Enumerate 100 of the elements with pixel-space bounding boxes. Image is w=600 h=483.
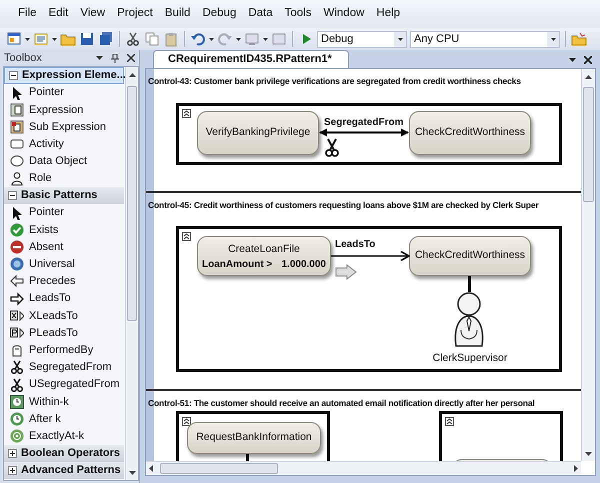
toolbox-item[interactable]: Role <box>4 170 124 188</box>
scissors-icon <box>10 378 24 392</box>
toolbox-item[interactable]: Within-k <box>4 393 124 410</box>
activity-node[interactable]: CheckCreditWorthiness <box>409 236 531 276</box>
clock-icon <box>10 394 24 409</box>
toolbox-item[interactable]: XLeadsTo <box>4 307 124 324</box>
document-icon <box>10 102 24 117</box>
toolbox-item[interactable]: LeadsTo <box>4 290 124 308</box>
pin-icon[interactable] <box>111 54 119 62</box>
window-icon[interactable] <box>33 31 49 47</box>
caret-icon[interactable] <box>550 38 556 40</box>
menu-item[interactable]: Debug <box>196 5 242 23</box>
control-heading: Control-43: Customer bank privilege verifications are segregated from credit worthiness checks <box>147 75 522 88</box>
toolbox-item[interactable]: Absent <box>4 238 124 256</box>
scissors-icon <box>325 138 339 157</box>
target-icon <box>10 429 24 444</box>
toolbox-item[interactable]: Precedes <box>4 272 124 290</box>
caret-icon[interactable] <box>398 38 402 40</box>
toolbox-item[interactable]: Expression <box>4 101 124 118</box>
window-icon[interactable] <box>6 31 22 47</box>
close-icon[interactable] <box>584 56 592 64</box>
toolbox-item[interactable]: Activity <box>4 136 124 153</box>
right-arrow-icon <box>10 292 24 306</box>
relation-label: LeadsTo <box>335 238 376 252</box>
platform-combo[interactable]: Any CPU <box>410 30 560 48</box>
menu-item[interactable]: Edit <box>42 5 74 23</box>
collapse-icon[interactable] <box>182 232 191 241</box>
collapse-icon[interactable] <box>8 191 17 200</box>
p-arrow-icon <box>10 326 24 340</box>
caret-icon[interactable] <box>569 58 576 62</box>
collapse-icon[interactable] <box>9 71 18 80</box>
toolbox-item[interactable]: Sub Expression <box>4 118 124 136</box>
control-heading: Control-51: The customer should receive an automated email notification directly after her personal <box>147 397 536 410</box>
caret-icon[interactable] <box>52 38 57 40</box>
activity-node[interactable]: RequestBankInformation <box>187 422 321 454</box>
clock-icon <box>10 412 24 426</box>
left-arrow-icon <box>10 274 24 288</box>
folder-icon[interactable] <box>571 31 587 47</box>
condition-value: 1.000.000 <box>282 258 326 272</box>
caret-icon[interactable] <box>25 38 30 40</box>
caret-icon[interactable] <box>263 38 268 40</box>
toolbox-item[interactable]: Pointer <box>4 204 124 222</box>
menu-item[interactable]: Build <box>158 5 196 23</box>
clipboard-icon[interactable] <box>163 31 179 47</box>
globe-icon <box>10 257 24 272</box>
toolbox-group-header[interactable]: Advanced Patterns <box>4 462 124 479</box>
person-icon <box>453 292 485 348</box>
activity-node[interactable]: CreateLoanFile LoanAmount > 1.000.000 <box>197 236 331 276</box>
minus-circle-icon <box>10 240 24 254</box>
scrollbar-thumb[interactable] <box>127 86 137 320</box>
activity-node[interactable]: VerifyBankingPrivilege <box>197 111 319 155</box>
toolbox-item[interactable]: Universal <box>4 256 124 273</box>
role-label: ClerkSupervisor <box>432 351 508 366</box>
close-icon[interactable] <box>127 54 135 62</box>
caret-icon[interactable] <box>209 38 214 40</box>
toolbox-item[interactable]: ExactlyAt-k <box>4 428 124 445</box>
activity-node[interactable]: CheckCreditWorthiness <box>409 111 531 155</box>
toolbox-group-header[interactable]: Boolean Operators <box>4 444 124 462</box>
caret-icon[interactable] <box>236 38 241 40</box>
collapse-icon[interactable] <box>182 417 191 426</box>
toolbox-group-header[interactable]: Expression Eleme... <box>4 67 124 84</box>
menu-item[interactable]: File <box>12 5 43 23</box>
ellipse-icon <box>10 154 24 168</box>
menu-item[interactable]: Window <box>318 5 370 23</box>
collapse-icon[interactable] <box>182 109 191 118</box>
toolbox-item[interactable]: USegregatedFrom <box>4 376 124 394</box>
control-heading: Control-45: Credit worthiness of customers requesting loans above $1M are checked by Clerk Super <box>147 199 540 212</box>
configuration-combo[interactable]: Debug <box>317 30 407 48</box>
toolbox-item[interactable]: Pointer <box>4 84 124 102</box>
pointer-icon <box>10 86 24 100</box>
pointer-icon <box>10 206 24 220</box>
scissors-icon <box>10 360 24 374</box>
collapse-icon[interactable] <box>445 417 454 426</box>
toolbox-group-header[interactable]: Basic Patterns <box>4 187 124 204</box>
scrollbar-thumb[interactable] <box>583 86 594 202</box>
document-tab[interactable]: CRequirementID435.RPattern1* <box>153 50 349 68</box>
rounded-rectangle-icon <box>10 137 24 152</box>
menu-item[interactable]: Help <box>370 5 406 23</box>
x-arrow-icon <box>10 308 24 323</box>
caret-icon[interactable] <box>96 56 103 60</box>
toolbox-item[interactable]: Data Object <box>4 152 124 170</box>
menu-item[interactable]: Tools <box>278 5 318 23</box>
toolbox-item[interactable]: Exists <box>4 221 124 238</box>
menu-item[interactable]: Project <box>111 5 159 23</box>
condition-attribute: LoanAmount > <box>202 258 272 272</box>
panel-title: Toolbox <box>4 50 42 66</box>
person-icon <box>10 172 24 186</box>
document-icon <box>10 120 24 134</box>
undo-arrow-icon[interactable] <box>190 31 206 47</box>
toolbox-item[interactable]: SegregatedFrom <box>4 358 124 376</box>
toolbox-item[interactable]: After k <box>4 410 124 428</box>
scissors-icon[interactable] <box>125 31 141 47</box>
scrollbar-thumb[interactable] <box>160 463 278 474</box>
relation-label: SegregatedFrom <box>324 116 404 130</box>
check-circle-icon <box>10 222 24 237</box>
block-arrow-icon <box>335 264 357 280</box>
toolbox-item[interactable]: PerformedBy <box>4 342 124 359</box>
toolbox-item[interactable]: PLeadsTo <box>4 324 124 342</box>
menu-item[interactable]: Data <box>242 5 279 23</box>
menu-item[interactable]: View <box>74 5 112 23</box>
